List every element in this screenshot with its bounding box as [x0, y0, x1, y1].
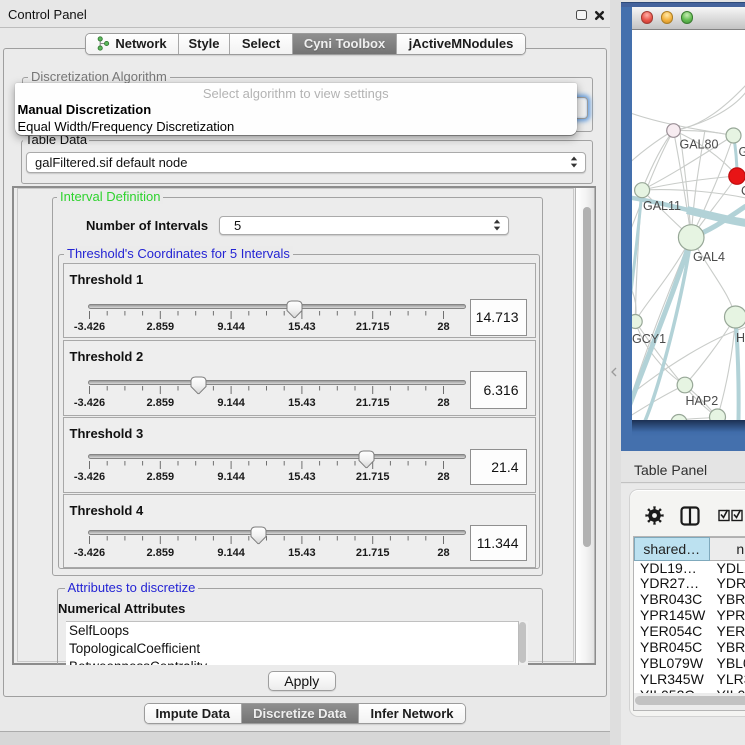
svg-text:C: C: [741, 184, 745, 198]
svg-text:H: H: [736, 331, 745, 345]
svg-text:GAL80: GAL80: [679, 138, 718, 152]
svg-text:GA: GA: [738, 145, 745, 159]
svg-text:GAL11: GAL11: [643, 199, 681, 213]
svg-text:GCY1: GCY1: [632, 332, 666, 346]
svg-text:GAL4: GAL4: [693, 250, 725, 264]
svg-text:HAP2: HAP2: [685, 394, 718, 408]
